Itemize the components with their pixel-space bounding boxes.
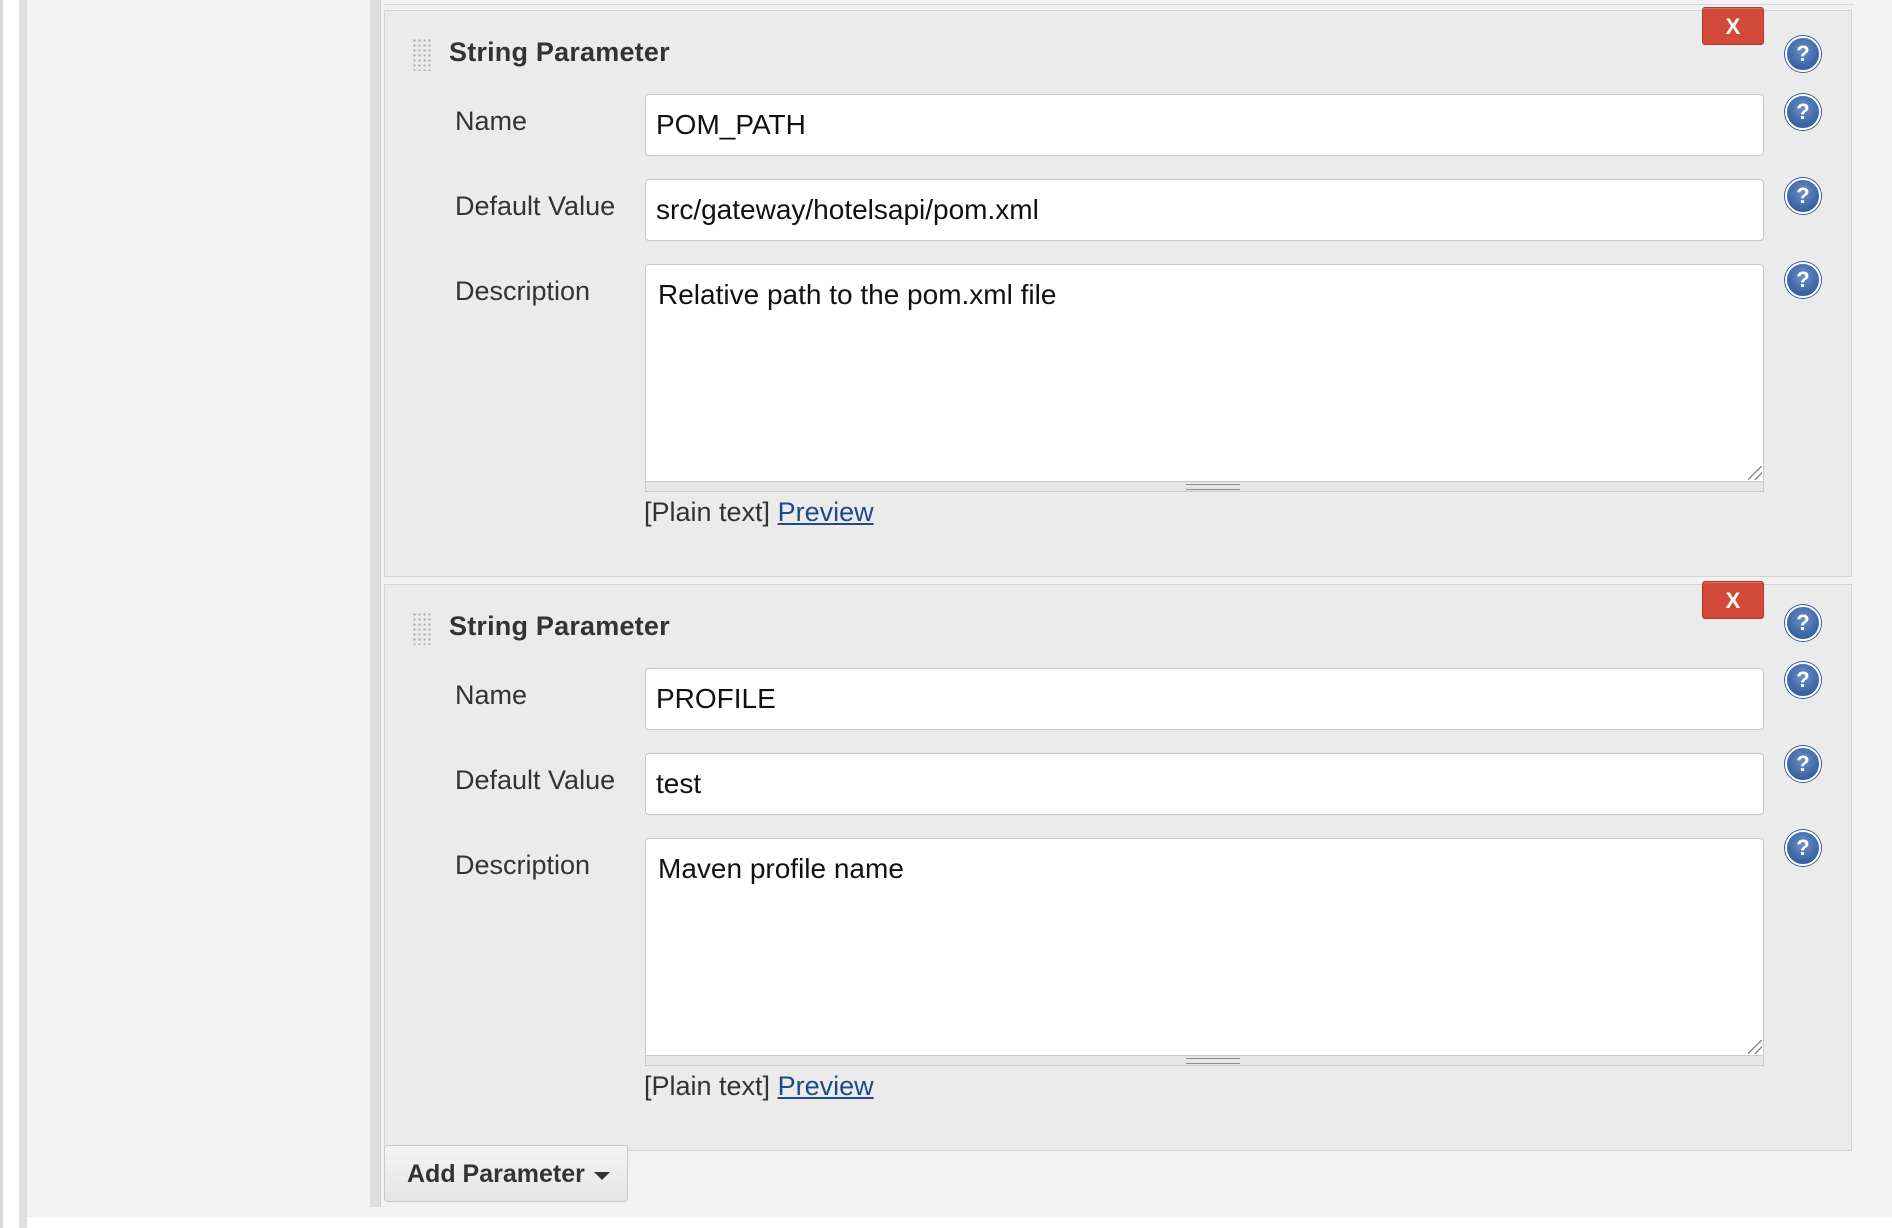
help-circle-icon[interactable]: ?: [1785, 605, 1821, 641]
name-label: Name: [455, 680, 528, 710]
plain-text-format-label: [Plain text]: [644, 497, 771, 527]
string-parameter-block: String Parameter X Name Default Value De…: [384, 581, 1852, 1151]
textarea-grip-bar[interactable]: [645, 1056, 1764, 1066]
grip-lines-icon: [1186, 1058, 1240, 1064]
help-circle-icon[interactable]: ?: [1785, 178, 1821, 214]
top-divider: [384, 0, 1854, 5]
textarea-resize-corner-icon[interactable]: [1748, 1040, 1762, 1054]
default-value-label: Default Value: [455, 765, 616, 795]
plain-text-format-label: [Plain text]: [644, 1071, 771, 1101]
textarea-resize-corner-icon[interactable]: [1748, 466, 1762, 480]
string-parameter-block: String Parameter X Name Default Value De…: [384, 7, 1852, 577]
help-circle-icon[interactable]: ?: [1785, 662, 1821, 698]
default-value-input[interactable]: [645, 753, 1764, 815]
delete-parameter-button[interactable]: X: [1702, 581, 1764, 619]
section-left-bar: [370, 0, 381, 1207]
preview-link[interactable]: Preview: [778, 1071, 874, 1101]
drag-handle-icon[interactable]: [411, 37, 433, 71]
help-circle-icon[interactable]: ?: [1785, 262, 1821, 298]
help-circle-icon[interactable]: ?: [1785, 36, 1821, 72]
default-value-label: Default Value: [455, 191, 616, 221]
grip-lines-icon: [1186, 484, 1240, 490]
preview-link[interactable]: Preview: [778, 497, 874, 527]
outer-left-border-inner: [19, 0, 27, 1228]
description-format-line: [Plain text] Preview: [644, 497, 874, 528]
description-textarea[interactable]: Maven profile name: [645, 838, 1764, 1056]
name-label: Name: [455, 106, 528, 136]
default-value-input[interactable]: [645, 179, 1764, 241]
help-circle-icon[interactable]: ?: [1785, 746, 1821, 782]
name-input[interactable]: [645, 94, 1764, 156]
help-circle-icon[interactable]: ?: [1785, 94, 1821, 130]
drag-handle-icon[interactable]: [411, 611, 433, 645]
parameter-type-title: String Parameter: [449, 611, 670, 641]
add-parameter-label: Add Parameter: [407, 1160, 585, 1188]
description-label: Description: [455, 850, 591, 880]
caret-down-icon: [594, 1172, 610, 1180]
add-parameter-button[interactable]: Add Parameter: [384, 1145, 628, 1202]
textarea-grip-bar[interactable]: [645, 482, 1764, 492]
bottom-border: [27, 1217, 1892, 1228]
help-circle-icon[interactable]: ?: [1785, 830, 1821, 866]
description-label: Description: [455, 276, 591, 306]
outer-left-border: [0, 0, 3, 1228]
name-input[interactable]: [645, 668, 1764, 730]
delete-parameter-button[interactable]: X: [1702, 7, 1764, 45]
parameter-type-title: String Parameter: [449, 37, 670, 67]
side-panel: [27, 0, 370, 1217]
description-textarea[interactable]: Relative path to the pom.xml file: [645, 264, 1764, 482]
description-format-line: [Plain text] Preview: [644, 1071, 874, 1102]
